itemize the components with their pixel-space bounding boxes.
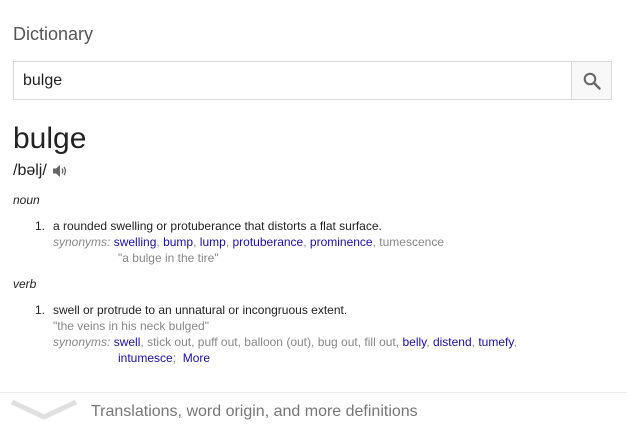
synonym-list: swell, stick out, puff out, balloon (out… [113, 335, 517, 349]
headword: bulge [13, 122, 87, 155]
more-synonyms-link[interactable]: More [183, 351, 210, 365]
search-input[interactable] [14, 62, 572, 99]
divider [0, 392, 627, 393]
synonyms-row: synonyms: swelling, bump, lump, protuber… [53, 234, 593, 250]
definition: swell or protrude to an unnatural or inc… [53, 303, 348, 317]
search-icon [583, 72, 601, 90]
example: "a bulge in the tire" [118, 251, 219, 265]
panel-title: Dictionary [13, 24, 94, 44]
synonyms-row-continued: intumesce; More [118, 351, 211, 365]
chevron-down-icon [10, 399, 78, 420]
search-box [13, 61, 612, 100]
synonym: tumescence [379, 235, 444, 249]
synonym[interactable]: bump [163, 235, 193, 249]
synonym: bug out [317, 335, 358, 349]
part-of-speech-verb: verb [13, 277, 37, 291]
sense-number: 1. [35, 219, 46, 233]
synonyms-row: synonyms: swell, stick out, puff out, ba… [53, 334, 593, 350]
synonym[interactable]: tumefy [478, 335, 513, 349]
synonym: balloon (out) [244, 335, 311, 349]
synonyms-label: synonyms: [53, 335, 111, 349]
pronunciation-audio-button[interactable] [52, 164, 68, 178]
more-definitions-link[interactable]: Translations, word origin, and more defi… [91, 403, 418, 421]
synonym-list: swelling, bump, lump, protuberance, prom… [113, 235, 444, 249]
synonym: puff out [197, 335, 238, 349]
synonym[interactable]: prominence [310, 235, 373, 249]
synonym[interactable]: belly [402, 335, 426, 349]
synonym: stick out [147, 335, 192, 349]
phonetic: /bəlj/ [13, 162, 47, 179]
synonym[interactable]: distend [433, 335, 472, 349]
synonyms-label: synonyms: [53, 235, 111, 249]
synonym[interactable]: swell [114, 335, 141, 349]
synonym: fill out [364, 335, 396, 349]
part-of-speech-noun: noun [13, 193, 40, 207]
pronunciation-row: /bəlj/ [13, 161, 68, 181]
synonym[interactable]: protuberance [233, 235, 304, 249]
sense-number: 1. [35, 303, 46, 317]
search-button[interactable] [571, 62, 611, 99]
synonym[interactable]: intumesce [118, 351, 173, 365]
definition: a rounded swelling or protuberance that … [53, 219, 382, 233]
synonym[interactable]: lump [200, 235, 226, 249]
speaker-icon [52, 165, 66, 177]
synonym[interactable]: swelling [114, 235, 157, 249]
synonym-list: intumesce [118, 351, 173, 365]
expand-button[interactable] [10, 398, 78, 425]
example: "the veins in his neck bulged" [53, 319, 209, 333]
